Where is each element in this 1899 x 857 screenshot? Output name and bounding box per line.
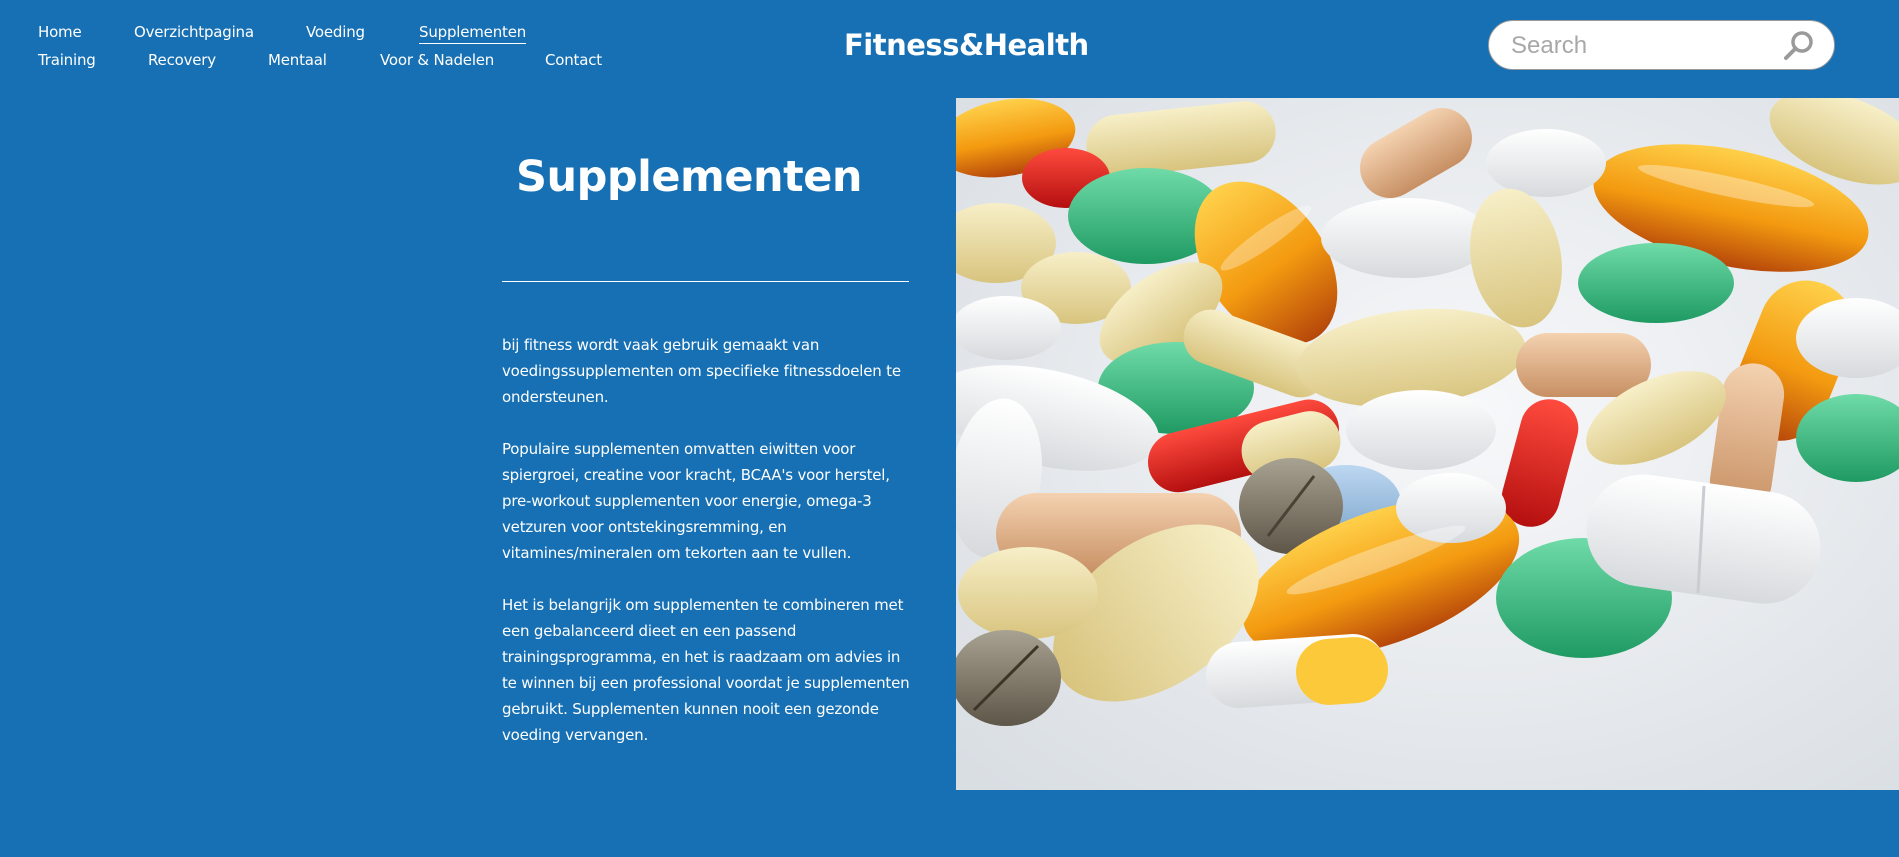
paragraph-advice: Het is belangrijk om supplementen te com… [502,596,910,744]
page-title: Supplementen [516,152,862,202]
nav-link-mentaal[interactable]: Mentaal [268,50,327,70]
nav-link-voor-nadelen[interactable]: Voor & Nadelen [380,50,494,70]
hero-image-pills [956,98,1899,790]
nav-link-supplementen[interactable]: Supplementen [419,22,526,44]
intro-text: bij fitness wordt vaak gebruik gemaakt v… [502,332,914,774]
top-navigation: Home Overzichtpagina Voeding Supplemente… [0,0,1899,98]
nav-link-contact[interactable]: Contact [545,50,602,70]
search-input[interactable] [1509,30,1773,62]
nav-link-recovery[interactable]: Recovery [148,50,216,70]
paragraph-intro: bij fitness wordt vaak gebruik gemaakt v… [502,336,901,406]
site-logo-text[interactable]: Fitness&Health [844,28,1089,62]
paragraph-popular-supplements: Populaire supplementen omvatten eiwitten… [502,440,890,562]
nav-link-voeding[interactable]: Voeding [306,22,365,42]
nav-link-training[interactable]: Training [38,50,96,70]
nav-link-home[interactable]: Home [38,22,82,42]
nav-link-overzichtpagina[interactable]: Overzichtpagina [134,22,254,42]
title-divider [502,281,909,282]
magnifier-icon[interactable] [1783,30,1815,62]
